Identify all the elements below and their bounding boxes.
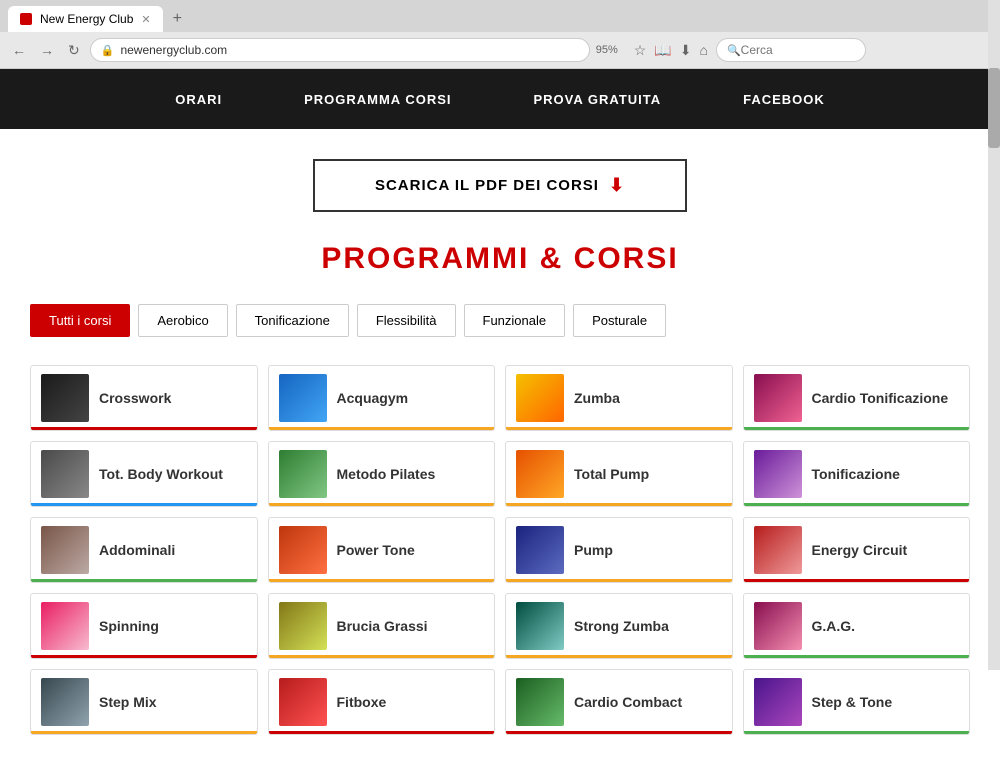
browser-tab[interactable]: New Energy Club ✕ — [8, 6, 163, 32]
filter-bar: Tutti i corsiAerobico TonificazioneFlessi… — [20, 304, 980, 337]
tab-bar: New Energy Club ✕ + — [0, 0, 1000, 32]
course-card[interactable]: Crosswork — [30, 365, 258, 431]
browser-chrome: New Energy Club ✕ + ← → ↻ 🔒 newenergyclu… — [0, 0, 1000, 69]
url-bar[interactable]: 🔒 newenergyclub.com — [90, 38, 590, 62]
pdf-button-container: SCARICA IL PDF DEI CORSI ⬇ — [20, 159, 980, 212]
course-name: G.A.G. — [812, 618, 856, 634]
course-card[interactable]: Pump — [505, 517, 733, 583]
nav-item-facebook[interactable]: FACEBOOK — [702, 71, 866, 128]
home-icon[interactable]: ⌂ — [698, 40, 710, 60]
course-name: Tot. Body Workout — [99, 466, 223, 482]
course-name: Power Tone — [337, 542, 415, 558]
download-icon: ⬇ — [609, 175, 625, 196]
nav-item-prova-gratuita[interactable]: PROVA GRATUITA — [493, 71, 703, 128]
course-name: Addominali — [99, 542, 175, 558]
bookmark-icon[interactable]: ☆ — [632, 40, 649, 61]
course-card[interactable]: Cardio Tonificazione — [743, 365, 971, 431]
nav-item-orari[interactable]: ORARI — [134, 71, 263, 128]
course-name: Pump — [574, 542, 613, 558]
tab-title: New Energy Club — [40, 12, 133, 26]
new-tab-button[interactable]: + — [167, 8, 188, 30]
lock-icon: 🔒 — [101, 44, 115, 57]
filter-btn-2[interactable]: Tonificazione — [236, 304, 349, 337]
course-name: Strong Zumba — [574, 618, 669, 634]
section-title: PROGRAMMI & CORSI — [20, 242, 980, 276]
course-grid: Crosswork Acquagym Zumba Cardio Tonificazio… — [20, 365, 980, 735]
tab-favicon — [20, 13, 32, 25]
search-icon: 🔍 — [727, 44, 741, 57]
course-name: Step Mix — [99, 694, 157, 710]
scrollbar-thumb[interactable] — [988, 68, 1000, 148]
course-card[interactable]: Power Tone — [268, 517, 496, 583]
nav-item-programma-corsi[interactable]: PROGRAMMA CORSI — [263, 71, 492, 128]
course-card[interactable]: Step & Tone — [743, 669, 971, 735]
course-card[interactable]: Energy Circuit — [743, 517, 971, 583]
course-name: Metodo Pilates — [337, 466, 436, 482]
course-name: Cardio Tonificazione — [812, 390, 949, 406]
course-name: Acquagym — [337, 390, 409, 406]
course-card[interactable]: Step Mix — [30, 669, 258, 735]
pdf-download-button[interactable]: SCARICA IL PDF DEI CORSI ⬇ — [313, 159, 687, 212]
url-text: newenergyclub.com — [120, 43, 227, 57]
filter-btn-4[interactable]: Funzionale — [464, 304, 566, 337]
course-card[interactable]: G.A.G. — [743, 593, 971, 659]
course-name: Spinning — [99, 618, 159, 634]
course-card[interactable]: Acquagym — [268, 365, 496, 431]
filter-btn-3[interactable]: Flessibilità — [357, 304, 456, 337]
course-card[interactable]: Metodo Pilates — [268, 441, 496, 507]
site-navigation: ORARIPROGRAMMA CORSIPROVA GRATUITAFACEBO… — [0, 69, 1000, 129]
forward-button[interactable]: → — [36, 40, 58, 60]
pdf-button-label: SCARICA IL PDF DEI CORSI — [375, 177, 599, 194]
reader-icon[interactable]: 📖 — [652, 40, 673, 61]
refresh-button[interactable]: ↻ — [64, 40, 84, 61]
course-card[interactable]: Tot. Body Workout — [30, 441, 258, 507]
course-card[interactable]: Fitboxe — [268, 669, 496, 735]
course-card[interactable]: Brucia Grassi — [268, 593, 496, 659]
course-name: Cardio Combact — [574, 694, 682, 710]
filter-btn-5[interactable]: Posturale — [573, 304, 666, 337]
course-name: Crosswork — [99, 390, 171, 406]
address-bar: ← → ↻ 🔒 newenergyclub.com 95% ☆ 📖 ⬇ ⌂ 🔍 — [0, 32, 1000, 68]
course-card[interactable]: Addominali — [30, 517, 258, 583]
filter-btn-0[interactable]: Tutti i corsi — [30, 304, 130, 337]
course-name: Fitboxe — [337, 694, 387, 710]
course-name: Step & Tone — [812, 694, 893, 710]
course-name: Total Pump — [574, 466, 649, 482]
course-card[interactable]: Zumba — [505, 365, 733, 431]
course-name: Tonificazione — [812, 466, 900, 482]
scrollbar[interactable] — [988, 0, 1000, 670]
toolbar-icons: ☆ 📖 ⬇ ⌂ — [632, 40, 710, 61]
download-icon[interactable]: ⬇ — [678, 40, 694, 61]
course-card[interactable]: Cardio Combact — [505, 669, 733, 735]
course-name: Energy Circuit — [812, 542, 908, 558]
back-button[interactable]: ← — [8, 40, 30, 60]
course-name: Brucia Grassi — [337, 618, 428, 634]
course-name: Zumba — [574, 390, 620, 406]
search-bar[interactable]: 🔍 — [716, 38, 866, 62]
course-card[interactable]: Strong Zumba — [505, 593, 733, 659]
course-card[interactable]: Total Pump — [505, 441, 733, 507]
filter-btn-1[interactable]: Aerobico — [138, 304, 227, 337]
search-input[interactable] — [741, 43, 841, 57]
zoom-indicator: 95% — [596, 44, 618, 56]
course-card[interactable]: Tonificazione — [743, 441, 971, 507]
course-card[interactable]: Spinning — [30, 593, 258, 659]
tab-close-button[interactable]: ✕ — [141, 13, 150, 26]
